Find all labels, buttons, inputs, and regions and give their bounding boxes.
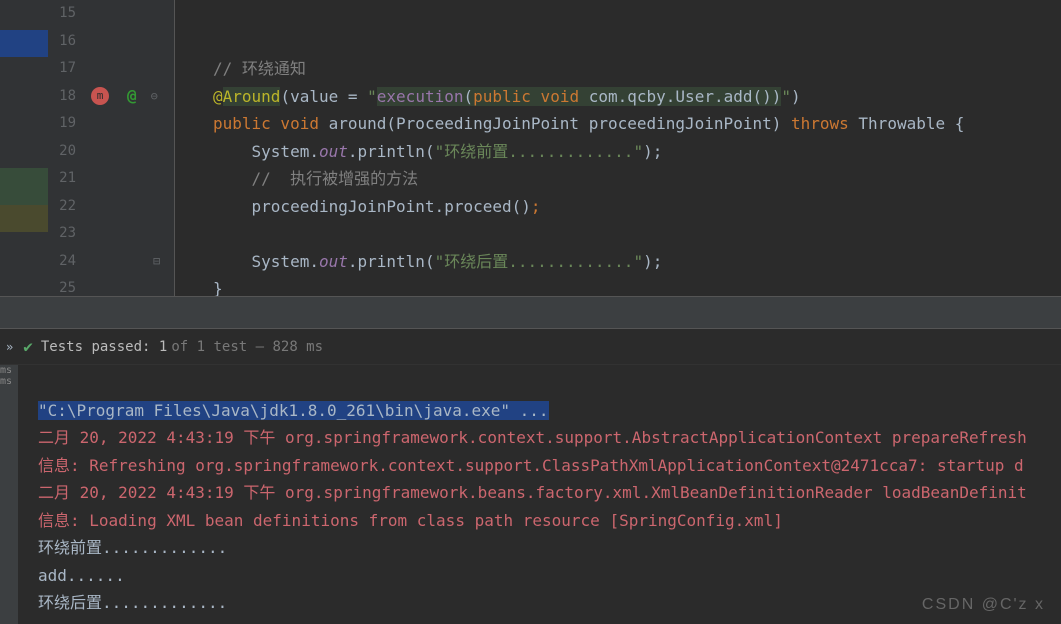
console-log-line: 二月 20, 2022 4:43:19 下午 org.springframewo… xyxy=(38,483,1027,502)
left-gutter-marks xyxy=(0,0,48,296)
annotation-name: Around xyxy=(223,87,281,106)
line-number: 18 xyxy=(48,83,76,111)
line-number: 17 xyxy=(48,55,76,83)
semicolon: ; xyxy=(531,197,541,216)
console-log-line: 二月 20, 2022 4:43:19 下午 org.springframewo… xyxy=(38,428,1027,447)
console-stdout-line: 环绕前置............. xyxy=(38,538,227,557)
line-number: 15 xyxy=(48,0,76,28)
string-quote: " xyxy=(367,87,377,106)
console-stdout-line: 环绕后置............. xyxy=(38,593,227,612)
line-number: 25 xyxy=(48,275,76,303)
console-stdout-line: add...... xyxy=(38,566,125,585)
mark-vcs-change xyxy=(0,205,48,232)
code-text: System. xyxy=(252,142,319,161)
test-status-bar: » ✔ Tests passed: 1 of 1 test – 828 ms xyxy=(0,329,1061,365)
code-text: proceedingJoinPoint.proceed() xyxy=(252,197,531,216)
code-text: System. xyxy=(252,252,319,271)
comment: // 执行被增强的方法 xyxy=(252,169,419,188)
tests-passed-label: Tests passed: 1 xyxy=(41,339,167,355)
line-number: 19 xyxy=(48,110,76,138)
method-params: (ProceedingJoinPoint proceedingJoinPoint… xyxy=(386,114,791,133)
tests-detail-label: of 1 test – 828 ms xyxy=(171,339,323,355)
gutter-icons-row: m @ ⊖ xyxy=(85,82,174,109)
code-text: ); xyxy=(643,142,662,161)
console-command: "C:\Program Files\Java\jdk1.8.0_261\bin\… xyxy=(38,401,549,420)
code-text: .println( xyxy=(348,142,435,161)
gutter-icon-column: m @ ⊖ ⊟ xyxy=(85,0,175,296)
console-area: ms ms "C:\Program Files\Java\jdk1.8.0_26… xyxy=(0,365,1061,624)
pointcut-modifiers: public void xyxy=(473,87,579,106)
console-output[interactable]: "C:\Program Files\Java\jdk1.8.0_261\bin\… xyxy=(18,365,1061,624)
annotation-at: @ xyxy=(213,87,223,106)
throws-type: Throwable { xyxy=(849,114,965,133)
code-editor[interactable]: // 环绕通知 @Around(value = "execution(publi… xyxy=(175,0,1061,296)
pointcut-signature: com.qcby.User.add() xyxy=(579,87,772,106)
check-icon: ✔ xyxy=(23,337,33,356)
line-number: 23 xyxy=(48,220,76,248)
keyword-void: void xyxy=(271,114,319,133)
fold-close-icon[interactable]: ⊟ xyxy=(153,254,160,268)
console-left-tabs: ms ms xyxy=(0,365,18,624)
console-log-line: 信息: Loading XML bean definitions from cl… xyxy=(38,511,783,530)
watermark: CSDN @C'z x xyxy=(922,596,1045,614)
pointcut-paren: ( xyxy=(463,87,473,106)
mark-vcs-change xyxy=(0,168,48,195)
line-number: 24 xyxy=(48,248,76,276)
annotation-icon[interactable]: @ xyxy=(127,86,137,105)
editor-area: 1516171819202122232425 m @ ⊖ ⊟ // 环绕通知 @… xyxy=(0,0,1061,296)
field-out: out xyxy=(319,252,348,271)
mark-current-line xyxy=(0,30,48,57)
expand-icon[interactable]: » xyxy=(6,340,13,354)
string-literal: "环绕后置............." xyxy=(435,252,644,271)
line-number: 21 xyxy=(48,165,76,193)
pointcut-execution: execution xyxy=(377,87,464,106)
comment: // 环绕通知 xyxy=(213,59,306,78)
tab-label[interactable]: ms xyxy=(0,365,18,376)
gutter-icons-row: ⊟ xyxy=(85,247,174,274)
code-text: ) xyxy=(791,87,801,106)
keyword-public: public xyxy=(213,114,271,133)
method-name: around xyxy=(319,114,386,133)
code-text: .println( xyxy=(348,252,435,271)
code-text: ); xyxy=(643,252,662,271)
console-log-line: 信息: Refreshing org.springframework.conte… xyxy=(38,456,1024,475)
keyword-throws: throws xyxy=(791,114,849,133)
line-number-gutter: 1516171819202122232425 xyxy=(48,0,85,296)
closing-brace: } xyxy=(213,279,223,296)
tab-label[interactable]: ms xyxy=(0,376,18,387)
string-literal: "环绕前置............." xyxy=(435,142,644,161)
string-quote: " xyxy=(781,87,791,106)
line-number: 22 xyxy=(48,193,76,221)
fold-icon[interactable]: ⊖ xyxy=(151,89,158,103)
pointcut-paren: ) xyxy=(772,87,782,106)
code-text: (value = xyxy=(280,87,367,106)
aop-icon[interactable]: m xyxy=(91,87,109,105)
panel-separator[interactable] xyxy=(0,296,1061,329)
line-number: 16 xyxy=(48,28,76,56)
field-out: out xyxy=(319,142,348,161)
line-number: 20 xyxy=(48,138,76,166)
